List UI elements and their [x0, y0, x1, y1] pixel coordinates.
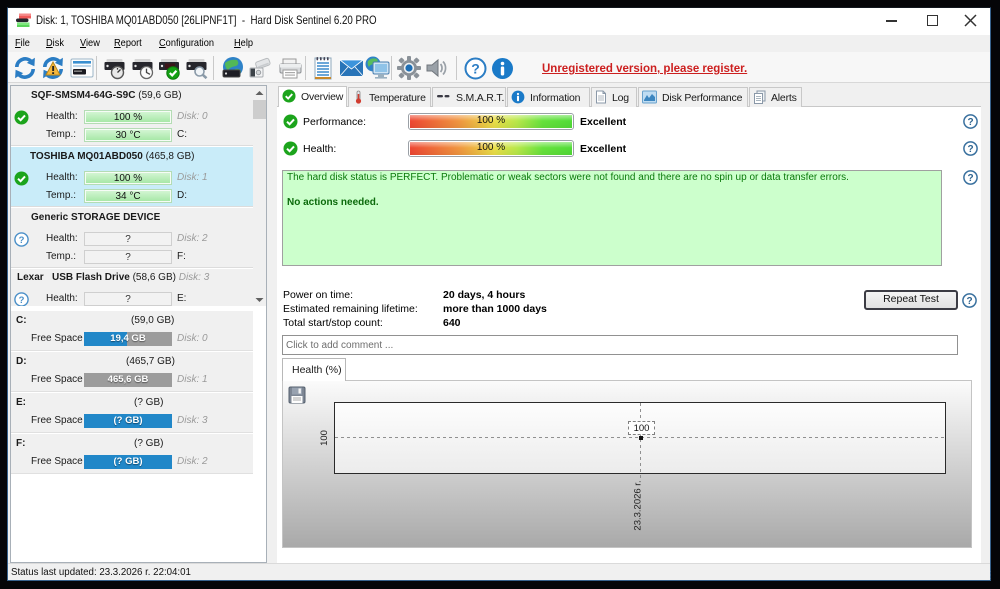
- svg-text:?: ?: [967, 117, 973, 128]
- svg-text:?: ?: [967, 173, 973, 184]
- svg-text:?: ?: [966, 296, 972, 307]
- svg-text:?: ?: [471, 61, 480, 77]
- svg-text:?: ?: [19, 235, 25, 246]
- svg-text:?: ?: [19, 295, 25, 306]
- svg-text:?: ?: [967, 144, 973, 155]
